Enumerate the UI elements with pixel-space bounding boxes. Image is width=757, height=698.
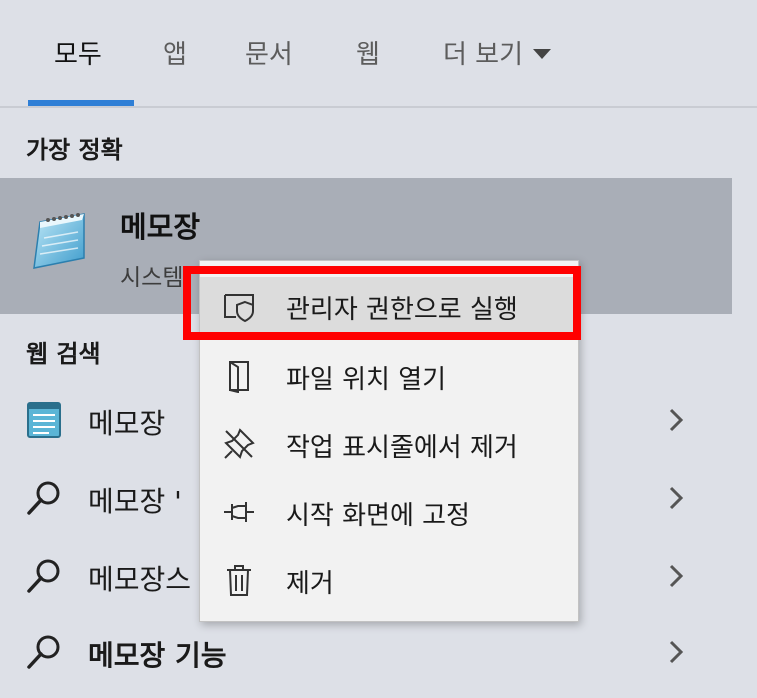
web-search-label: 메모장 기능 bbox=[88, 639, 227, 672]
notepad-app-icon bbox=[33, 213, 85, 269]
tab-apps[interactable]: 앱 bbox=[163, 34, 187, 71]
menu-run-as-admin[interactable]: 관리자 권한으로 실행 bbox=[200, 277, 578, 333]
tab-web[interactable]: 웹 bbox=[356, 34, 380, 71]
menu-item-label: 제거 bbox=[286, 569, 334, 599]
tab-more[interactable]: 더 보기 bbox=[443, 34, 552, 71]
notepad-doc-icon bbox=[27, 402, 61, 438]
trash-icon bbox=[227, 565, 251, 596]
context-menu: 관리자 권한으로 실행 파일 위치 열기 작업 표시줄에서 제거 시작 화면에 … bbox=[199, 260, 579, 622]
caret-down-icon bbox=[533, 48, 552, 59]
menu-item-label: 파일 위치 열기 bbox=[286, 365, 447, 395]
menu-unpin-taskbar[interactable]: 작업 표시줄에서 제거 bbox=[200, 415, 578, 471]
tab-all[interactable]: 모두 bbox=[54, 34, 102, 71]
web-search-label: 메모장 ' bbox=[88, 485, 182, 518]
folder-icon bbox=[229, 361, 249, 393]
search-icon bbox=[27, 635, 60, 669]
unpin-icon bbox=[224, 428, 255, 459]
web-search-heading: 웹 검색 bbox=[26, 340, 101, 368]
chevron-right-icon bbox=[669, 564, 684, 588]
search-icon bbox=[27, 559, 60, 593]
menu-item-label: 관리자 권한으로 실행 bbox=[286, 295, 518, 325]
tabs-divider bbox=[0, 106, 757, 108]
menu-uninstall[interactable]: 제거 bbox=[200, 551, 578, 607]
menu-open-file-location[interactable]: 파일 위치 열기 bbox=[200, 347, 578, 403]
tab-more-label: 더 보기 bbox=[443, 40, 524, 70]
web-search-label: 메모장스 bbox=[88, 563, 192, 596]
web-search-row-3[interactable]: 메모장 기능 bbox=[0, 618, 732, 686]
chevron-right-icon bbox=[669, 408, 684, 432]
chevron-right-icon bbox=[669, 640, 684, 664]
best-match-heading: 가장 정확 bbox=[26, 136, 123, 164]
web-search-label: 메모장 bbox=[88, 407, 166, 440]
tab-documents[interactable]: 문서 bbox=[245, 34, 293, 71]
menu-pin-start[interactable]: 시작 화면에 고정 bbox=[200, 483, 578, 539]
chevron-right-icon bbox=[669, 486, 684, 510]
menu-item-label: 시작 화면에 고정 bbox=[286, 501, 470, 531]
filter-tabs: 모두 앱 문서 웹 더 보기 bbox=[0, 0, 757, 108]
shield-icon bbox=[224, 294, 254, 323]
best-match-title: 메모장 bbox=[120, 210, 201, 244]
menu-item-label: 작업 표시줄에서 제거 bbox=[286, 433, 518, 463]
search-icon bbox=[27, 481, 60, 515]
pin-icon bbox=[224, 502, 254, 522]
best-match-subtitle: 시스템 bbox=[120, 265, 184, 291]
